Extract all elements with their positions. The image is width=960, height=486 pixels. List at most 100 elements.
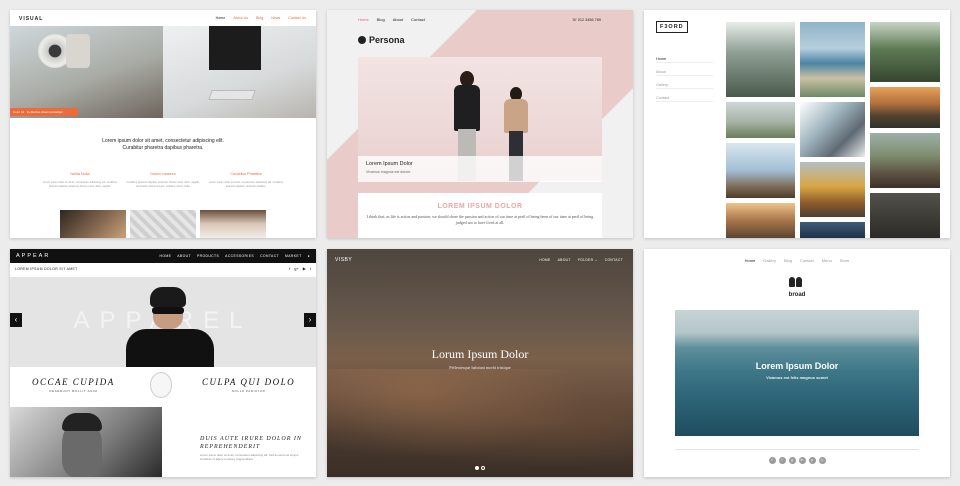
broad-logo-icon — [789, 277, 803, 289]
visby-hero-subtitle: Pellentesque habitant morbi tristique — [449, 365, 511, 370]
visual-feature-column: Donec maxium Curabitur pharetra dapibus … — [123, 172, 203, 189]
appear-left-sub: DESERUNT MOLLIT ANIM — [49, 389, 98, 393]
fjord-menu-home[interactable]: Home — [656, 57, 713, 63]
visual-nav: Home About Us Blog News Contact Us — [216, 16, 306, 20]
instagram-icon[interactable]: ◎ — [818, 457, 826, 464]
persona-logo-icon — [358, 36, 366, 44]
facebook-icon[interactable]: f — [778, 457, 786, 464]
slider-dot[interactable] — [481, 466, 485, 470]
appear-nav-accessories[interactable]: ACCESSORIES — [225, 254, 254, 258]
visual-hero-caption-sub: Ineffective dream paradigm — [26, 110, 63, 114]
appear-nav-about[interactable]: ABOUT — [177, 254, 191, 258]
youtube-icon[interactable]: ▶ — [303, 266, 306, 271]
slider-dot-active[interactable] — [475, 466, 479, 470]
theme-card-visual[interactable]: VISUAL Home About Us Blog News Contact U… — [10, 10, 316, 238]
appear-hero-slider: APPAREL — [10, 277, 316, 367]
visby-nav-home[interactable]: HOME — [539, 258, 550, 262]
monitor-image — [209, 26, 261, 70]
broad-nav-store[interactable]: Store — [840, 258, 850, 263]
speaker-image — [66, 34, 90, 68]
visual-hero-caption: Color ful Ineffective dream paradigm — [10, 108, 78, 116]
theme-card-appear[interactable]: APPEAR HOME ABOUT PRODUCTS ACCESSORIES C… — [10, 249, 316, 477]
persona-phone[interactable]: ☏ 012 3456 789 — [572, 17, 601, 22]
persona-nav-home[interactable]: Home — [358, 17, 369, 22]
appear-subheader: LOREM IPSUM DOLOR SIT AMET — [15, 267, 78, 271]
gallery-tile-sign[interactable] — [726, 143, 795, 198]
twitter-icon[interactable]: t — [310, 266, 311, 271]
google-icon[interactable]: g — [788, 457, 796, 464]
visual-feature-title: Curabitur Pharetra — [230, 172, 262, 176]
visby-logo[interactable]: VISBY — [335, 257, 352, 263]
fjord-menu-contact[interactable]: Contact — [656, 96, 713, 102]
broad-nav-home[interactable]: Home — [745, 258, 756, 263]
gallery-tile-sunset[interactable] — [870, 87, 940, 128]
lion-emblem-icon — [150, 372, 172, 398]
appear-portrait-image — [10, 407, 162, 477]
gallery-tile-forest[interactable] — [726, 22, 795, 97]
visby-nav-folder[interactable]: FOLDER ⌄ — [578, 258, 598, 262]
theme-card-persona[interactable]: Home Blog About Contact ☏ 012 3456 789 P… — [327, 10, 633, 238]
gallery-tile-cabin[interactable] — [870, 133, 940, 188]
appear-nav-products[interactable]: PRODUCTS — [197, 254, 219, 258]
persona-nav-about[interactable]: About — [393, 17, 403, 22]
visual-nav-news[interactable]: News — [271, 16, 280, 20]
fjord-menu-about[interactable]: About — [656, 70, 713, 76]
chevron-left-icon[interactable]: ‹ — [10, 313, 22, 327]
persona-intro-section: LOREM IPSUM DOLOR I think that, as life … — [358, 193, 602, 238]
gallery-tile-desert[interactable] — [726, 203, 795, 238]
visual-tagline: Lorem ipsum dolor sit amet, consectetur … — [10, 138, 316, 152]
facebook-icon[interactable]: f — [289, 266, 290, 271]
broad-nav-contact[interactable]: Contact — [800, 258, 814, 263]
gallery-tile-tram[interactable] — [800, 162, 865, 217]
theme-card-fjord[interactable]: F3ORD Home About Gallery Contact — [644, 10, 950, 238]
appear-right-sub: NOLLA PARIATUR — [231, 389, 266, 393]
visby-nav-about[interactable]: ABOUT — [558, 258, 571, 262]
appear-nav-market[interactable]: MARKET — [285, 254, 302, 258]
visby-hero-title: Lorum Ipsum Dolor — [431, 347, 529, 361]
twitter-icon[interactable]: t — [768, 457, 776, 464]
persona-brand[interactable]: Persona — [358, 35, 405, 45]
appear-cart-icon[interactable]: ● — [308, 254, 310, 258]
visby-nav-contact[interactable]: CONTACT — [605, 258, 623, 262]
broad-nav-gallery[interactable]: Gallery — [763, 258, 776, 263]
visual-nav-home[interactable]: Home — [216, 16, 226, 20]
appear-feature-title: DUIS AUTE IRURE DOLOR IN REPREHENDERIT — [200, 436, 302, 450]
visual-thumbnail[interactable] — [200, 210, 266, 238]
visual-feature-text: Lorem ipsum dolor sit amet, consectetur … — [208, 181, 284, 188]
visual-logo[interactable]: VISUAL — [19, 16, 43, 22]
chevron-right-icon[interactable]: › — [304, 313, 316, 327]
visby-slider-dots — [475, 466, 485, 470]
visual-nav-contact[interactable]: Contact Us — [288, 16, 306, 20]
gallery-tile-waves[interactable] — [800, 102, 865, 157]
appear-right-title: CULPA QUI DOLO — [202, 377, 296, 387]
gallery-tile-coast[interactable] — [800, 22, 865, 97]
visual-nav-blog[interactable]: Blog — [256, 16, 263, 20]
gallery-tile-farm[interactable] — [726, 102, 795, 138]
visual-thumbnail[interactable] — [130, 210, 196, 238]
persona-nav-blog[interactable]: Blog — [377, 17, 385, 22]
appear-nav-home[interactable]: HOME — [159, 254, 171, 258]
broad-nav-blog[interactable]: Blog — [784, 258, 792, 263]
broad-brand[interactable]: broad — [644, 292, 950, 298]
visual-nav-about[interactable]: About Us — [233, 16, 248, 20]
theme-card-visby[interactable]: VISBY HOME ABOUT FOLDER ⌄ CONTACT Lorum … — [327, 249, 633, 477]
persona-section-text: I think that, as life is action and pass… — [366, 214, 594, 225]
gallery-tile-trees[interactable] — [870, 22, 940, 82]
broad-hero-subtitle: Vivamus est felis magnus somet — [766, 375, 828, 380]
pinterest-icon[interactable]: p — [808, 457, 816, 464]
visual-tagline-line-1: Lorem ipsum dolor sit amet, consectetur … — [102, 138, 224, 144]
google-plus-icon[interactable]: g+ — [294, 266, 299, 271]
visual-thumbnail[interactable] — [60, 210, 126, 238]
fjord-logo[interactable]: F3ORD — [656, 21, 688, 33]
broad-nav-menu[interactable]: Menu — [822, 258, 832, 263]
appear-nav-contact[interactable]: CONTACT — [260, 254, 279, 258]
gallery-tile-lake[interactable] — [800, 222, 865, 238]
visual-feature-title: Nullla Nulla — [70, 172, 90, 176]
fjord-menu-gallery[interactable]: Gallery — [656, 83, 713, 89]
persona-caption-title: Lorem Ipsum Dolor — [366, 161, 413, 167]
appear-logo[interactable]: APPEAR — [16, 253, 50, 259]
linkedin-icon[interactable]: in — [798, 457, 806, 464]
gallery-tile-night[interactable] — [870, 193, 940, 238]
theme-card-broad[interactable]: Home Gallery Blog Contact Menu Store bro… — [644, 249, 950, 477]
persona-nav-contact[interactable]: Contact — [411, 17, 425, 22]
